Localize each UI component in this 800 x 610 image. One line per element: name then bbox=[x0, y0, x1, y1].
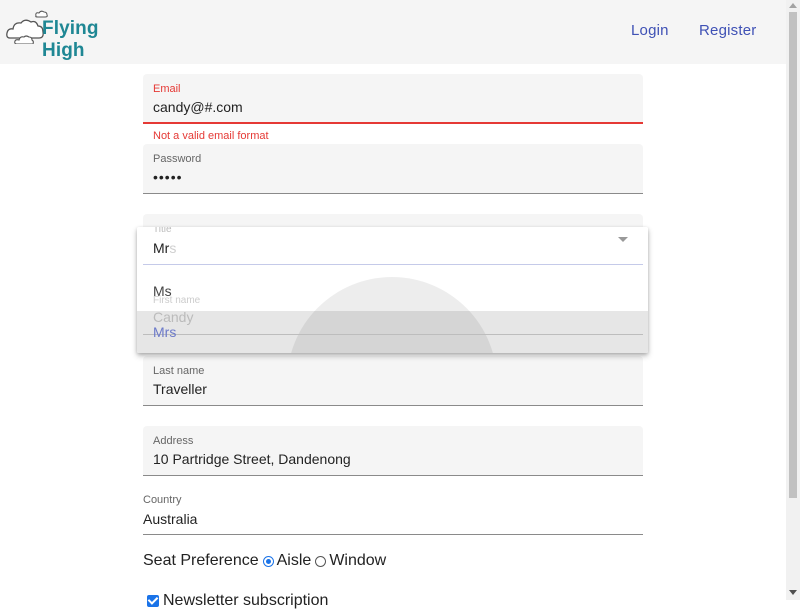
brand-name: Flying High bbox=[42, 18, 99, 61]
password-value: ••••• bbox=[153, 169, 183, 185]
first-name-underline bbox=[143, 334, 643, 335]
first-name-label: First name bbox=[153, 295, 201, 306]
title-dropdown-panel: Title Mrs Ms First name Candy Mrs bbox=[137, 227, 648, 353]
title-select[interactable] bbox=[143, 214, 643, 228]
newsletter-option[interactable]: Newsletter subscription bbox=[147, 592, 328, 610]
click-ripple bbox=[287, 277, 497, 353]
first-name-value: Candy bbox=[153, 309, 194, 325]
dropdown-arrow-icon[interactable] bbox=[618, 237, 628, 242]
seat-preference-label: Seat Preference bbox=[143, 552, 259, 569]
title-label: Title bbox=[153, 227, 172, 235]
password-label: Password bbox=[153, 153, 202, 165]
country-label: Country bbox=[143, 494, 182, 506]
last-name-value: Traveller bbox=[153, 381, 207, 397]
email-error-message: Not a valid email format bbox=[153, 130, 269, 142]
address-field[interactable]: Address 10 Partridge Street, Dandenong bbox=[143, 426, 643, 476]
title-value[interactable]: Mrs bbox=[153, 240, 176, 256]
app-header: Flying High Login Register bbox=[0, 0, 786, 64]
email-value: candy@#.com bbox=[153, 99, 243, 115]
address-value: 10 Partridge Street, Dandenong bbox=[153, 451, 351, 467]
scroll-thumb[interactable] bbox=[789, 12, 797, 498]
option-mrs[interactable]: Mrs bbox=[153, 324, 176, 340]
country-field[interactable]: Country Australia bbox=[143, 494, 643, 535]
aisle-radio[interactable] bbox=[262, 555, 274, 567]
scroll-down-icon[interactable] bbox=[789, 590, 797, 595]
brand-logo[interactable]: Flying High bbox=[6, 10, 146, 61]
title-value-ghost: s bbox=[169, 240, 177, 256]
country-value: Australia bbox=[143, 511, 198, 527]
last-name-label: Last name bbox=[153, 365, 205, 377]
page-scrollbar[interactable] bbox=[786, 0, 800, 600]
scroll-up-icon[interactable] bbox=[789, 3, 797, 8]
seat-preference-group: Seat Preference Aisle Window bbox=[143, 552, 386, 570]
login-link[interactable]: Login bbox=[631, 22, 669, 39]
newsletter-label[interactable]: Newsletter subscription bbox=[163, 592, 328, 610]
window-radio[interactable] bbox=[315, 555, 327, 567]
last-name-field[interactable]: Last name Traveller bbox=[143, 356, 643, 406]
email-field[interactable]: Email candy@#.com bbox=[143, 74, 643, 124]
password-field[interactable]: Password ••••• bbox=[143, 144, 643, 194]
title-underline bbox=[143, 264, 643, 265]
newsletter-checkbox[interactable] bbox=[147, 595, 159, 607]
aisle-label[interactable]: Aisle bbox=[277, 552, 312, 570]
address-label: Address bbox=[153, 435, 194, 447]
window-label[interactable]: Window bbox=[329, 552, 386, 570]
register-link[interactable]: Register bbox=[699, 22, 756, 39]
title-value-typed: Mr bbox=[153, 240, 170, 256]
email-label: Email bbox=[153, 83, 181, 95]
